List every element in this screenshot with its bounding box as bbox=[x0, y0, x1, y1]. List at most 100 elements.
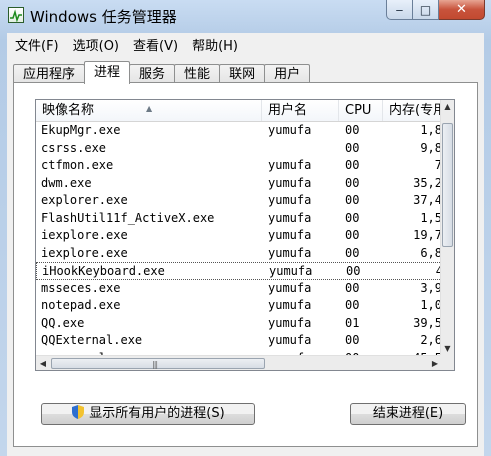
cell-memory: 1,5 bbox=[420, 210, 442, 225]
table-row[interactable]: notepad.exe yumufa 00 1,0 bbox=[36, 297, 442, 315]
process-list[interactable]: 映像名称 ▲ 用户名 CPU 内存(专用 EkupMgr.exe yumufa 00… bbox=[35, 99, 455, 371]
tab-performance[interactable]: 性能 bbox=[174, 64, 221, 83]
cell-image-name: msseces.exe bbox=[41, 280, 121, 295]
cell-memory: 7 bbox=[434, 158, 442, 172]
cell-memory: 35,2 bbox=[413, 175, 442, 190]
scroll-up-icon[interactable]: ▲ bbox=[441, 100, 454, 114]
cell-memory: 1,0 bbox=[420, 298, 442, 312]
vertical-scrollbar[interactable]: ▲ ▼ bbox=[440, 100, 454, 356]
cell-image-name: QQExternal.exe bbox=[41, 333, 143, 347]
table-row[interactable]: iexplore.exe yumufa 00 6,8 bbox=[36, 245, 442, 263]
cell-cpu: 00 bbox=[345, 228, 360, 242]
column-image-name-label: 映像名称 bbox=[42, 103, 95, 118]
cell-cpu: 00 bbox=[346, 264, 361, 278]
cell-user-name: yumufa bbox=[268, 175, 312, 190]
cell-image-name: iexplore.exe bbox=[41, 228, 128, 242]
cell-user-name bbox=[268, 140, 338, 157]
table-row[interactable]: dwm.exe yumufa 00 35,2 bbox=[36, 175, 442, 193]
cell-image-name: iHookKeyboard.exe bbox=[42, 264, 165, 278]
cell-cpu: 00 bbox=[345, 140, 360, 155]
cell-memory: 19,7 bbox=[413, 228, 442, 242]
cell-user-name: yumufa bbox=[268, 280, 312, 295]
cell-memory: 37,4 bbox=[413, 193, 442, 207]
menu-file[interactable]: 文件(F) bbox=[9, 35, 65, 54]
main-body: 应用程序 进程 服务 性能 联网 用户 映像名称 ▲ 用户名 CPU 内存(专用… bbox=[7, 55, 484, 456]
vertical-scroll-thumb[interactable] bbox=[442, 123, 453, 247]
show-all-users-label: 显示所有用户的进程(S) bbox=[89, 406, 225, 421]
cell-cpu: 00 bbox=[345, 123, 360, 137]
horizontal-scrollbar[interactable]: ◀ ||| ▶ bbox=[36, 355, 442, 370]
tab-applications[interactable]: 应用程序 bbox=[13, 64, 86, 83]
menu-options[interactable]: 选项(O) bbox=[67, 35, 125, 54]
table-row[interactable]: EkupMgr.exe yumufa 00 1,8 bbox=[36, 122, 442, 140]
table-row[interactable]: csrss.exe 00 9,8 bbox=[36, 140, 442, 158]
table-row[interactable]: ctfmon.exe yumufa 00 7 bbox=[36, 157, 442, 175]
cell-memory: 9,8 bbox=[420, 140, 442, 155]
cell-user-name: yumufa bbox=[268, 333, 312, 347]
task-manager-window: Windows 任务管理器 ‒ □ ✕ 文件(F) 选项(O) 查看(V) 帮助… bbox=[0, 0, 491, 456]
cell-memory: 6,8 bbox=[420, 245, 442, 260]
table-row[interactable]: iexplore.exe yumufa 00 19,7 bbox=[36, 227, 442, 245]
cell-user-name: yumufa bbox=[268, 210, 312, 225]
menu-view[interactable]: 查看(V) bbox=[127, 35, 184, 54]
table-row[interactable]: iHookKeyboard.exe yumufa 00 4 bbox=[36, 262, 443, 280]
cell-memory: 2,6 bbox=[420, 333, 442, 347]
tab-users[interactable]: 用户 bbox=[264, 64, 311, 83]
cell-user-name: yumufa bbox=[268, 245, 312, 260]
table-row[interactable]: explorer.exe yumufa 00 37,4 bbox=[36, 192, 442, 210]
tab-networking[interactable]: 联网 bbox=[219, 64, 266, 83]
cell-cpu: 00 bbox=[345, 298, 360, 312]
tab-processes[interactable]: 进程 bbox=[84, 61, 131, 84]
table-row[interactable]: QQ.exe yumufa 01 39,5 bbox=[36, 315, 442, 333]
cell-cpu: 00 bbox=[345, 175, 360, 190]
cell-user-name: yumufa bbox=[268, 228, 312, 242]
cell-image-name: explorer.exe bbox=[41, 193, 128, 207]
processes-panel: 映像名称 ▲ 用户名 CPU 内存(专用 EkupMgr.exe yumufa 00… bbox=[13, 82, 478, 447]
horizontal-scroll-thumb[interactable]: ||| bbox=[51, 358, 265, 369]
show-all-users-button[interactable]: 显示所有用户的进程(S) bbox=[41, 403, 255, 425]
cell-image-name: dwm.exe bbox=[41, 175, 92, 190]
column-cpu[interactable]: CPU bbox=[339, 100, 383, 121]
cell-cpu: 00 bbox=[345, 158, 360, 172]
cell-image-name: notepad.exe bbox=[41, 298, 121, 312]
cell-cpu: 00 bbox=[345, 245, 360, 260]
task-manager-icon bbox=[8, 7, 24, 23]
scroll-corner bbox=[440, 355, 454, 370]
column-image-name[interactable]: 映像名称 ▲ bbox=[36, 100, 262, 121]
list-header: 映像名称 ▲ 用户名 CPU 内存(专用 bbox=[36, 100, 442, 122]
sort-ascending-icon: ▲ bbox=[146, 104, 153, 113]
table-row[interactable]: QQExternal.exe yumufa 00 2,6 bbox=[36, 332, 442, 350]
cell-image-name: csrss.exe bbox=[41, 140, 107, 155]
close-button[interactable]: ✕ bbox=[439, 0, 485, 20]
scroll-left-icon[interactable]: ◀ bbox=[36, 356, 50, 370]
scroll-down-icon[interactable]: ▼ bbox=[441, 342, 454, 356]
cell-image-name: FlashUtil11f_ActiveX.exe bbox=[41, 210, 215, 225]
cell-user-name: yumufa bbox=[268, 315, 312, 330]
cell-memory: 3,9 bbox=[420, 280, 442, 295]
cell-cpu: 00 bbox=[345, 333, 360, 347]
tab-services[interactable]: 服务 bbox=[129, 64, 176, 83]
table-row[interactable]: msseces.exe yumufa 00 3,9 bbox=[36, 280, 442, 298]
cell-image-name: EkupMgr.exe bbox=[41, 123, 121, 137]
cell-user-name: yumufa bbox=[269, 264, 313, 278]
cell-image-name: iexplore.exe bbox=[41, 245, 128, 260]
maximize-button[interactable]: □ bbox=[413, 0, 439, 20]
table-row[interactable]: FlashUtil11f_ActiveX.exe yumufa 00 1,5 bbox=[36, 210, 442, 228]
cell-memory: 39,5 bbox=[413, 315, 442, 330]
column-user-name[interactable]: 用户名 bbox=[262, 100, 339, 121]
cell-image-name: ctfmon.exe bbox=[41, 158, 114, 172]
cell-user-name: yumufa bbox=[268, 298, 312, 312]
minimize-button[interactable]: ‒ bbox=[386, 0, 413, 20]
menu-help[interactable]: 帮助(H) bbox=[186, 35, 244, 54]
column-memory[interactable]: 内存(专用 bbox=[383, 100, 442, 121]
cell-image-name: QQ.exe bbox=[41, 315, 85, 330]
tab-strip: 应用程序 进程 服务 性能 联网 用户 bbox=[13, 61, 311, 84]
window-title: Windows 任务管理器 bbox=[30, 8, 177, 26]
cell-memory: 4 bbox=[391, 263, 443, 280]
end-process-button[interactable]: 结束进程(E) bbox=[350, 403, 466, 425]
cell-cpu: 00 bbox=[345, 193, 360, 207]
cell-user-name: yumufa bbox=[268, 193, 312, 207]
title-bar[interactable]: Windows 任务管理器 ‒ □ ✕ bbox=[0, 0, 491, 30]
cell-user-name: yumufa bbox=[268, 158, 312, 172]
cell-user-name: yumufa bbox=[268, 123, 312, 137]
